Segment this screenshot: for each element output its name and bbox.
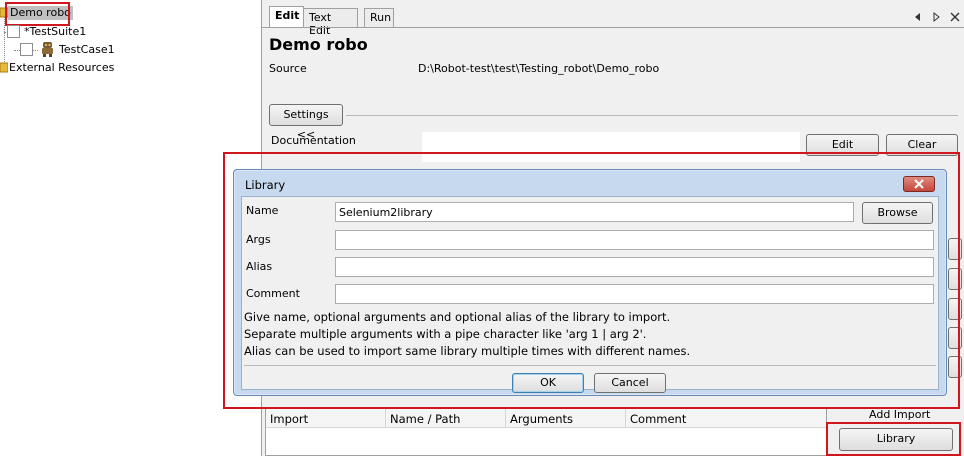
close-tab-icon[interactable]	[950, 12, 960, 22]
help-text-line-1: Give name, optional arguments and option…	[244, 310, 671, 324]
close-icon	[914, 179, 924, 189]
library-button-highlight-box	[826, 422, 961, 456]
folder-icon	[0, 62, 8, 73]
column-divider	[505, 409, 506, 428]
add-import-label: Add Import	[869, 408, 931, 421]
source-label: Source	[269, 62, 307, 75]
settings-divider	[346, 115, 958, 116]
alias-input[interactable]	[335, 257, 934, 277]
column-header-comment[interactable]: Comment	[630, 412, 686, 426]
dialog-title: Library	[245, 178, 286, 192]
settings-toggle-button[interactable]: Settings <<	[269, 104, 343, 141]
tab-edit[interactable]: Edit	[269, 6, 304, 27]
highlight-box	[5, 2, 70, 26]
help-text-line-3: Alias can be used to import same library…	[244, 344, 691, 358]
alias-label: Alias	[246, 260, 273, 273]
args-label: Args	[246, 233, 271, 246]
comment-label: Comment	[246, 287, 300, 300]
documentation-label: Documentation	[271, 134, 356, 147]
library-dialog: Library Name Selenium2library Browse Arg…	[233, 169, 947, 396]
args-input[interactable]	[335, 230, 934, 250]
tab-run[interactable]: Run	[364, 8, 394, 27]
tree-item-testsuite[interactable]: *TestSuite1	[24, 25, 86, 38]
column-divider	[385, 409, 386, 428]
tree-item-testcase[interactable]: TestCase1	[59, 43, 115, 56]
tree-item-external-resources[interactable]: External Resources	[9, 61, 114, 74]
comment-input[interactable]	[335, 284, 934, 304]
project-tree[interactable]: Demo robo *TestSuite1 TestCase1 External…	[0, 0, 258, 456]
column-header-name-path[interactable]: Name / Path	[390, 412, 460, 426]
testcase-checkbox[interactable]	[20, 43, 33, 56]
page-title: Demo robo	[269, 35, 368, 54]
tab-scroll-left-icon[interactable]	[913, 12, 921, 22]
robot-icon	[42, 42, 53, 57]
name-input[interactable]: Selenium2library	[335, 202, 854, 222]
browse-button[interactable]: Browse	[862, 202, 933, 224]
dialog-divider	[244, 365, 936, 366]
tab-scroll-right-icon[interactable]	[933, 12, 941, 22]
tab-text-edit[interactable]: Text Edit	[303, 8, 358, 37]
column-header-import[interactable]: Import	[270, 412, 308, 426]
column-header-arguments[interactable]: Arguments	[510, 412, 573, 426]
cancel-button[interactable]: Cancel	[594, 373, 666, 393]
dialog-close-button[interactable]	[903, 176, 935, 192]
column-divider	[625, 409, 626, 428]
dialog-body: Name Selenium2library Browse Args Alias …	[241, 196, 939, 393]
name-label: Name	[246, 204, 279, 217]
help-text-line-2: Separate multiple arguments with a pipe …	[244, 327, 647, 341]
source-value: D:\Robot-test\test\Testing_robot\Demo_ro…	[418, 62, 660, 75]
ok-button[interactable]: OK	[512, 373, 584, 393]
testsuite-checkbox[interactable]	[7, 25, 20, 38]
tab-strip-border	[262, 27, 964, 28]
